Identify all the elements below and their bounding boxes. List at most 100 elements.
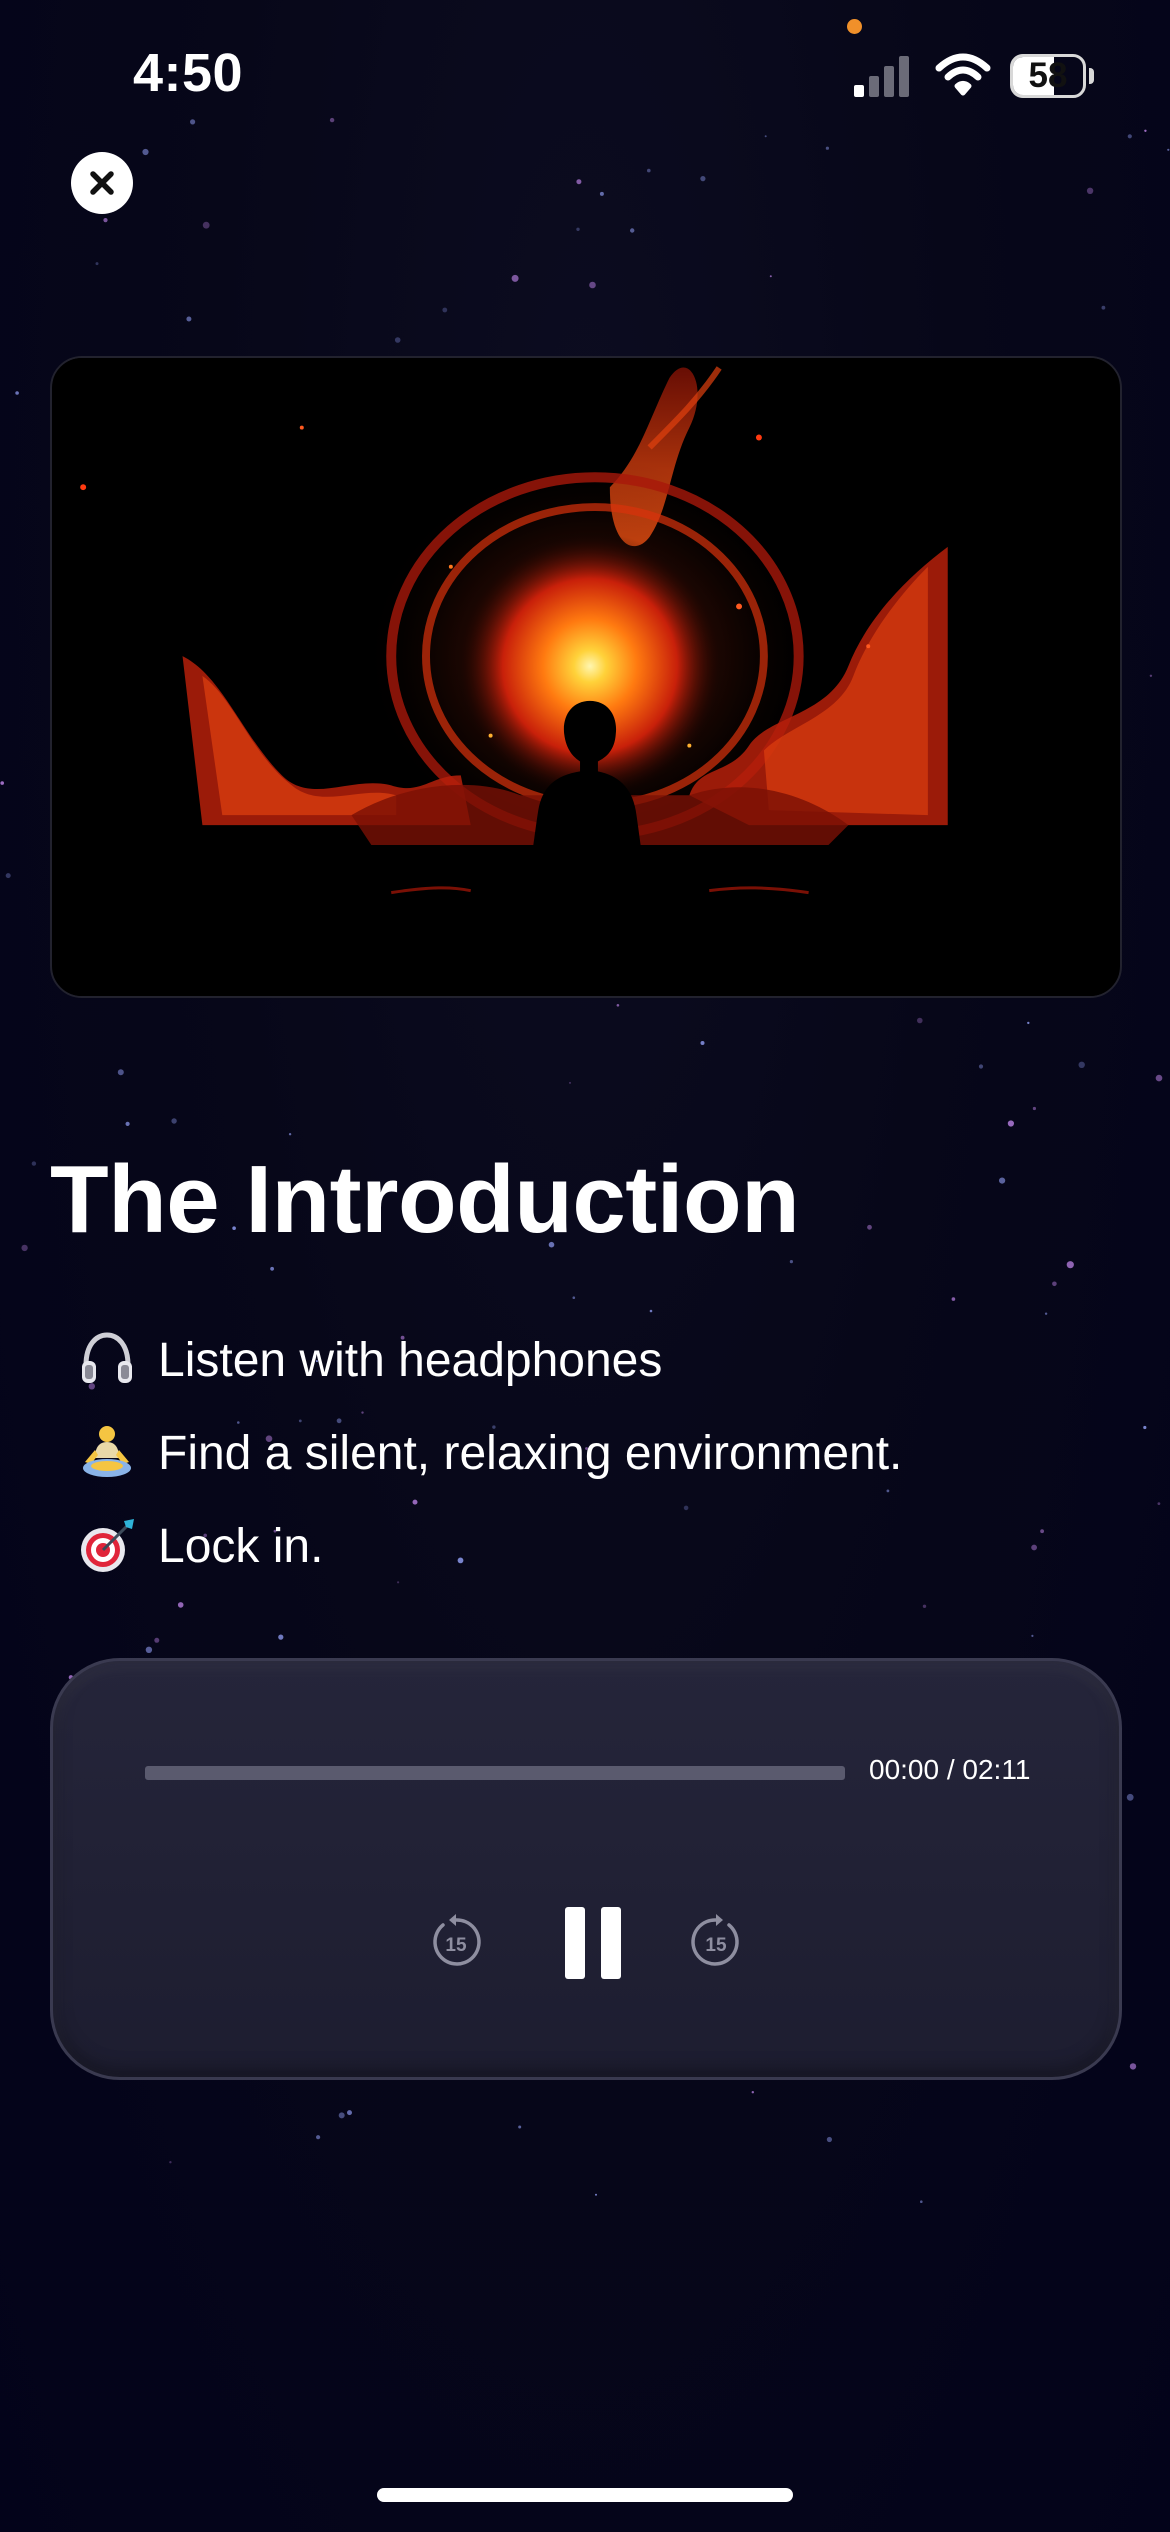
star <box>1066 1261 1074 1269</box>
home-indicator[interactable] <box>377 2488 793 2502</box>
target-icon <box>81 1519 134 1572</box>
close-button[interactable] <box>71 152 133 214</box>
star <box>576 179 582 185</box>
star <box>145 1646 153 1654</box>
star <box>867 1224 872 1230</box>
tip-item-headphones: Listen with headphones <box>76 1325 662 1395</box>
star <box>1101 305 1106 310</box>
star <box>826 2136 833 2143</box>
star <box>1129 2063 1137 2070</box>
star <box>316 2135 321 2140</box>
star <box>1031 1544 1037 1551</box>
skip-back-button[interactable]: 15 <box>425 1911 487 1973</box>
star <box>142 148 149 156</box>
star <box>700 176 706 182</box>
star <box>95 262 99 266</box>
star <box>511 274 519 282</box>
star <box>1143 1425 1147 1430</box>
meditating-silhouette-cosmic-fire-image <box>53 358 1119 996</box>
rewind-15-icon: 15 <box>433 1914 481 1966</box>
star <box>1031 1634 1034 1637</box>
player-screen: 4:50 58 The Introduction Listen with hea… <box>0 0 1170 2532</box>
star <box>630 228 635 233</box>
star <box>683 1505 689 1511</box>
star <box>922 1604 927 1609</box>
star <box>700 1041 705 1045</box>
star <box>569 1081 571 1084</box>
wifi-icon <box>935 53 991 96</box>
star <box>886 1489 890 1493</box>
star <box>278 1634 284 1640</box>
star <box>288 1133 292 1136</box>
star <box>15 391 19 395</box>
star <box>103 218 108 223</box>
close-icon <box>90 171 114 195</box>
star <box>21 1244 28 1252</box>
star <box>616 1004 620 1007</box>
star <box>1044 1312 1048 1315</box>
star <box>1086 187 1094 194</box>
star <box>412 1499 418 1505</box>
progress-scrubber[interactable] <box>145 1766 845 1780</box>
star <box>31 1161 37 1166</box>
star <box>649 1309 653 1313</box>
star <box>361 1411 364 1414</box>
headphones-icon <box>82 1332 132 1383</box>
meditation-icon <box>83 1426 131 1477</box>
star <box>347 2110 352 2116</box>
tip-text: Listen with headphones <box>158 1333 663 1387</box>
star <box>270 1266 274 1271</box>
star <box>202 221 210 229</box>
battery-indicator: 58 <box>1010 54 1086 98</box>
tip-text: Find a silent, relaxing environment. <box>158 1426 903 1480</box>
star <box>595 2193 597 2196</box>
star <box>978 1064 984 1069</box>
star <box>154 1637 160 1643</box>
star <box>338 2112 345 2119</box>
star <box>920 2200 923 2203</box>
star <box>5 873 11 879</box>
time-readout: 00:00 / 02:11 <box>869 1754 1031 1785</box>
star <box>999 1177 1006 1184</box>
star <box>169 2161 172 2164</box>
star <box>125 1121 130 1126</box>
star <box>397 1581 400 1584</box>
star <box>186 316 192 322</box>
star <box>1155 1074 1163 1082</box>
star <box>1078 1061 1085 1069</box>
star <box>647 168 651 173</box>
star <box>1149 674 1153 677</box>
recording-indicator-dot <box>847 19 862 34</box>
star <box>0 781 4 785</box>
star <box>1032 1106 1036 1111</box>
star <box>576 227 580 231</box>
star <box>1052 1281 1057 1287</box>
star <box>589 281 596 289</box>
star <box>117 1069 124 1076</box>
star <box>789 1260 794 1264</box>
star <box>190 119 196 125</box>
pause-icon <box>565 1907 621 1979</box>
page-title: The Introduction <box>50 1146 800 1253</box>
star <box>177 1602 184 1608</box>
star <box>1157 1502 1161 1505</box>
star <box>572 1296 576 1299</box>
star <box>769 275 772 278</box>
star <box>1007 1120 1015 1127</box>
pause-button[interactable] <box>553 1903 633 1983</box>
skip-forward-button[interactable]: 15 <box>685 1911 747 1973</box>
tip-text: Lock in. <box>158 1519 324 1573</box>
star <box>1126 1793 1134 1801</box>
star <box>329 117 335 123</box>
skip-back-seconds: 15 <box>445 1935 467 1956</box>
status-time: 4:50 <box>133 43 244 103</box>
star <box>457 1557 464 1564</box>
star <box>751 2091 754 2094</box>
star <box>1040 1529 1044 1534</box>
star <box>394 337 401 343</box>
skip-forward-seconds: 15 <box>705 1935 727 1956</box>
audio-player-card: 00:00 / 02:11 15 15 <box>50 1658 1122 2080</box>
star <box>442 307 448 313</box>
star <box>1167 148 1170 151</box>
battery-level-text: 58 <box>1028 56 1068 95</box>
